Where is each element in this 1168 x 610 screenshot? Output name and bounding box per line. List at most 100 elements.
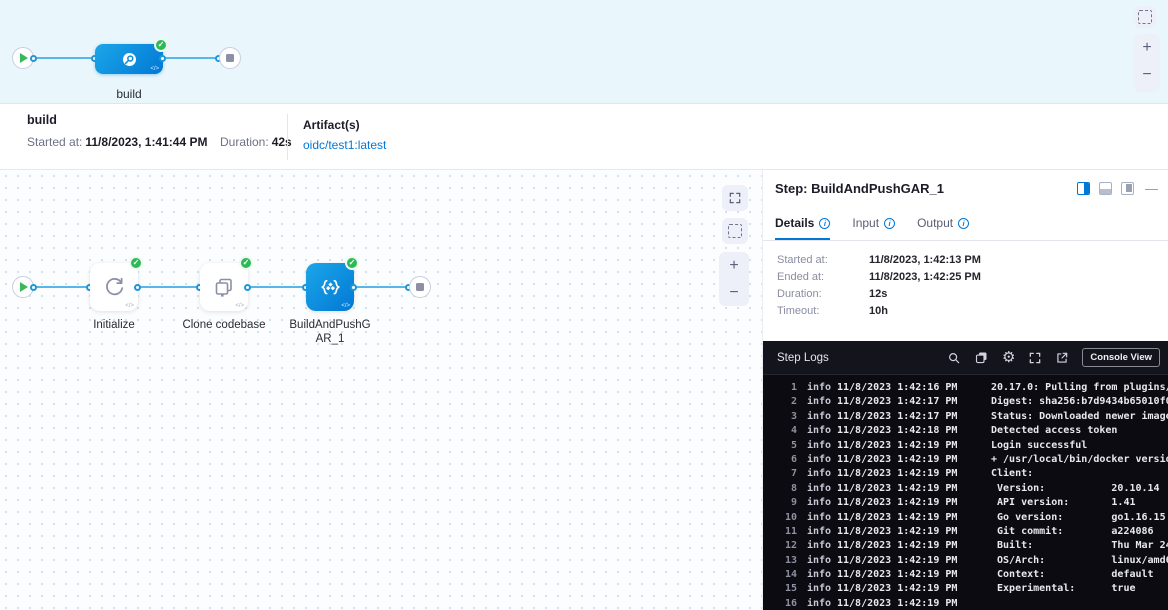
marquee-select-button[interactable] <box>722 218 748 244</box>
log-level: info <box>807 395 837 409</box>
panel-tabs: Details Input Output <box>763 206 1168 241</box>
log-level: info <box>807 439 837 453</box>
log-timestamp: 11/8/2023 1:42:19 PM <box>837 511 979 525</box>
started-value: 11/8/2023, 1:41:44 PM <box>85 135 207 149</box>
pipeline-end-node[interactable] <box>219 47 241 69</box>
log-line: 11info11/8/2023 1:42:19 PM Git commit: a… <box>763 525 1168 539</box>
log-line-number: 2 <box>763 395 797 409</box>
artifact-link[interactable]: oidc/test1:latest <box>303 138 386 152</box>
log-level: info <box>807 568 837 582</box>
code-glyph-icon <box>150 66 159 72</box>
step-label-clone-codebase: Clone codebase <box>180 318 268 332</box>
tab-input[interactable]: Input <box>852 206 895 240</box>
stage-label: build <box>95 87 163 101</box>
detail-label: Started at: <box>777 254 869 266</box>
layout-minimized-panel-icon[interactable] <box>1121 182 1134 195</box>
zoom-out-button[interactable]: − <box>719 279 749 306</box>
log-settings-button[interactable]: ⚙ <box>1002 350 1015 365</box>
copy-logs-button[interactable] <box>974 350 989 365</box>
connector-dot <box>134 284 141 291</box>
log-line-number: 12 <box>763 539 797 553</box>
log-message: Digest: sha256:b7d9434b65010f038f8ec <box>991 395 1168 409</box>
code-glyph-icon <box>341 303 350 309</box>
detail-value: 10h <box>869 305 1168 317</box>
started-label: Started at: <box>27 135 82 149</box>
tab-details[interactable]: Details <box>775 206 830 240</box>
log-timestamp: 11/8/2023 1:42:19 PM <box>837 453 979 467</box>
stage-summary-bar: build Started at:11/8/2023, 1:41:44 PM D… <box>0 104 1168 170</box>
open-logs-new-tab-button[interactable] <box>1055 351 1069 365</box>
layout-right-panel-icon[interactable] <box>1077 182 1090 195</box>
detail-value: 11/8/2023, 1:42:25 PM <box>869 271 1168 283</box>
success-check-icon <box>154 38 168 52</box>
success-check-icon <box>345 256 359 270</box>
log-line-number: 10 <box>763 511 797 525</box>
log-timestamp: 11/8/2023 1:42:18 PM <box>837 424 979 438</box>
connector-line <box>138 286 200 288</box>
log-timestamp: 11/8/2023 1:42:19 PM <box>837 554 979 568</box>
zoom-in-button[interactable]: + <box>719 252 749 279</box>
duration-value: 42s <box>272 135 292 149</box>
tab-output[interactable]: Output <box>917 206 969 240</box>
log-timestamp: 11/8/2023 1:42:19 PM <box>837 568 979 582</box>
log-level: info <box>807 424 837 438</box>
connector-dot <box>30 55 37 62</box>
step-details-table: Started at: 11/8/2023, 1:42:13 PM Ended … <box>763 241 1168 341</box>
fullscreen-button[interactable] <box>722 185 748 211</box>
zoom-in-button[interactable]: + <box>1134 34 1160 61</box>
connector-line <box>34 286 90 288</box>
tab-output-label: Output <box>917 216 953 230</box>
log-line-number: 11 <box>763 525 797 539</box>
clone-icon <box>212 275 236 299</box>
connector-dot <box>30 284 37 291</box>
step-node-clone-codebase[interactable] <box>200 263 248 311</box>
step-node-buildandpushgar[interactable] <box>306 263 354 311</box>
log-timestamp: 11/8/2023 1:42:16 PM <box>837 381 979 395</box>
info-icon <box>958 218 969 229</box>
marquee-icon <box>728 224 742 238</box>
log-message: Detected access token <box>991 424 1168 438</box>
layout-bottom-panel-icon[interactable] <box>1099 182 1112 195</box>
marquee-select-button[interactable] <box>1134 6 1156 28</box>
console-view-button[interactable]: Console View <box>1082 348 1160 367</box>
step-logs-header: Step Logs ⚙ <box>763 341 1168 375</box>
divider <box>287 114 288 160</box>
search-button[interactable] <box>947 351 961 365</box>
log-message: Status: Downloaded newer image for p <box>991 410 1168 424</box>
log-line-number: 8 <box>763 482 797 496</box>
tab-input-label: Input <box>852 216 879 230</box>
log-message: Experimental: true <box>991 582 1168 596</box>
log-message: Go version: go1.16.15 <box>991 511 1168 525</box>
collapse-panel-button[interactable]: — <box>1145 181 1158 196</box>
log-line: 4info11/8/2023 1:42:18 PMDetected access… <box>763 424 1168 438</box>
step-graph-canvas[interactable]: Initialize Clone codebase BuildAndPushGA… <box>0 170 762 610</box>
zoom-out-button[interactable]: − <box>1134 61 1160 88</box>
log-message: + /usr/local/bin/docker version <box>991 453 1168 467</box>
expand-logs-button[interactable] <box>1028 351 1042 365</box>
stage-graph-band: build + − <box>0 0 1168 104</box>
log-line-number: 7 <box>763 467 797 481</box>
fullscreen-icon <box>1028 351 1042 365</box>
stage-node-build[interactable] <box>95 44 163 74</box>
step-logs-body[interactable]: 1info11/8/2023 1:42:16 PM20.17.0: Pullin… <box>763 375 1168 610</box>
log-line: 13info11/8/2023 1:42:19 PM OS/Arch: linu… <box>763 554 1168 568</box>
steps-end-node[interactable] <box>409 276 431 298</box>
main-area: Initialize Clone codebase BuildAndPushGA… <box>0 170 1168 610</box>
log-line: 7info11/8/2023 1:42:19 PMClient: <box>763 467 1168 481</box>
log-line-number: 16 <box>763 597 797 610</box>
log-level: info <box>807 381 837 395</box>
log-line-number: 15 <box>763 582 797 596</box>
log-line: 2info11/8/2023 1:42:17 PMDigest: sha256:… <box>763 395 1168 409</box>
log-timestamp: 11/8/2023 1:42:19 PM <box>837 496 979 510</box>
success-check-icon <box>129 256 143 270</box>
log-message: API version: 1.41 <box>991 496 1168 510</box>
marquee-icon <box>1138 10 1152 24</box>
detail-value: 12s <box>869 288 1168 300</box>
log-message: Built: Thu Mar 24 01:45 <box>991 539 1168 553</box>
step-node-initialize[interactable] <box>90 263 138 311</box>
success-check-icon <box>239 256 253 270</box>
log-timestamp: 11/8/2023 1:42:19 PM <box>837 597 979 610</box>
detail-label: Duration: <box>777 288 869 300</box>
stage-summary-title: build <box>27 113 57 127</box>
log-line: 15info11/8/2023 1:42:19 PM Experimental:… <box>763 582 1168 596</box>
